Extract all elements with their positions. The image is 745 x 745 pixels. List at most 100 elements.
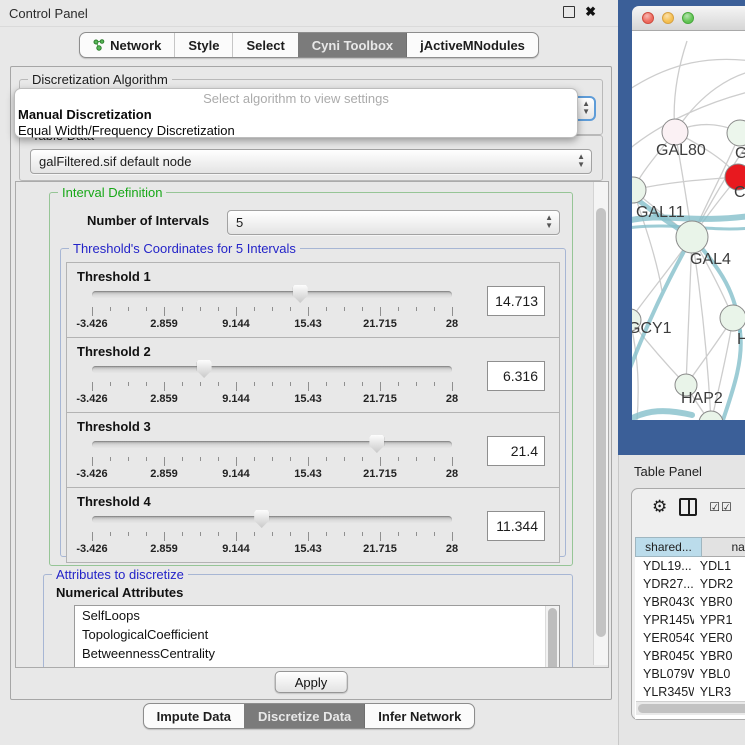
list-item[interactable]: BetweennessCentrality bbox=[75, 644, 559, 663]
table-data-combobox-value: galFiltered.sif default node bbox=[39, 154, 191, 169]
slider-track[interactable] bbox=[92, 441, 452, 448]
table-row[interactable]: YBR045CYBR0 bbox=[635, 647, 745, 665]
slider-handle[interactable] bbox=[197, 360, 212, 378]
table-data-group: Table Data galFiltered.sif default node … bbox=[19, 135, 603, 181]
close-icon[interactable]: ✖ bbox=[585, 7, 596, 17]
slider-axis-labels: -3.4262.8599.14415.4321.71528 bbox=[92, 543, 452, 555]
close-button[interactable] bbox=[642, 12, 654, 24]
slider-handle[interactable] bbox=[369, 435, 384, 453]
slider-zone: -3.4262.8599.14415.4321.71528 bbox=[92, 360, 452, 408]
table-row[interactable]: YDR27...YDR2 bbox=[635, 575, 745, 593]
columns-icon[interactable] bbox=[679, 498, 697, 516]
threshold-value-field[interactable]: 21.4 bbox=[487, 436, 545, 466]
table-data-combobox[interactable]: galFiltered.sif default node ▲▼ bbox=[30, 149, 592, 174]
cell-shared-name: YPR145W bbox=[635, 611, 694, 629]
table-row[interactable]: YBL079WYBL0 bbox=[635, 665, 745, 683]
apply-button[interactable]: Apply bbox=[275, 671, 348, 693]
cell-name: YER0 bbox=[694, 629, 745, 647]
table-header: shared... name bbox=[635, 537, 745, 557]
tab-discretize-data[interactable]: Discretize Data bbox=[244, 704, 364, 728]
cell-name: YPR1 bbox=[694, 611, 745, 629]
cell-shared-name: YLR345W bbox=[635, 683, 694, 701]
numerical-attributes-list[interactable]: SelfLoopsTopologicalCoefficientBetweenne… bbox=[74, 605, 560, 668]
dropdown-placeholder: Select algorithm to view settings bbox=[15, 91, 577, 107]
number-of-intervals-combobox[interactable]: 5 ▲▼ bbox=[227, 210, 560, 235]
table-row[interactable]: YBR043CYBR0 bbox=[635, 593, 745, 611]
table-rows: YDL19...YDL1YDR27...YDR2YBR043CYBR0YPR14… bbox=[635, 557, 745, 719]
tab-label: Impute Data bbox=[157, 709, 231, 724]
tab-label: Network bbox=[110, 38, 161, 53]
table-row[interactable]: YPR145WYPR1 bbox=[635, 611, 745, 629]
slider-track[interactable] bbox=[92, 291, 452, 298]
cell-name: YDL1 bbox=[694, 557, 745, 575]
combo-stepper-icon: ▲▼ bbox=[545, 214, 553, 230]
node-label: GAL11 bbox=[636, 204, 685, 221]
network-edge-highlighted[interactable] bbox=[632, 237, 692, 376]
dropdown-option[interactable]: Equal Width/Frequency Discretization bbox=[15, 123, 577, 139]
threshold-label: Threshold 4 bbox=[77, 494, 151, 509]
network-edge-highlighted[interactable] bbox=[632, 411, 692, 420]
slider-zone: -3.4262.8599.14415.4321.71528 bbox=[92, 285, 452, 333]
combo-stepper-icon: ▲▼ bbox=[577, 153, 585, 169]
float-window-icon[interactable] bbox=[563, 6, 575, 18]
threshold-panel: Threshold 1-3.4262.8599.14415.4321.71528… bbox=[66, 262, 560, 338]
threshold-label: Threshold 3 bbox=[77, 419, 151, 434]
number-of-intervals-value: 5 bbox=[236, 215, 243, 230]
attributes-group: Attributes to discretize Numerical Attri… bbox=[43, 574, 573, 668]
screen: Control Panel ✖ NetworkStyleSelectCyni T… bbox=[0, 0, 745, 745]
dropdown-option[interactable]: Manual Discretization bbox=[15, 107, 577, 123]
threshold-panel: Threshold 3-3.4262.8599.14415.4321.71528… bbox=[66, 412, 560, 488]
slider-track[interactable] bbox=[92, 366, 452, 373]
threshold-value-field[interactable]: 11.344 bbox=[487, 511, 545, 541]
slider-handle[interactable] bbox=[293, 285, 308, 303]
table-row[interactable]: YER054CYER0 bbox=[635, 629, 745, 647]
list-item[interactable]: TopologicalCoefficient bbox=[75, 625, 559, 644]
network-node-h[interactable] bbox=[720, 305, 745, 331]
minimize-button[interactable] bbox=[662, 12, 674, 24]
column-header-shared-name[interactable]: shared... bbox=[635, 537, 702, 557]
table-row[interactable]: YLR345WYLR3 bbox=[635, 683, 745, 701]
threshold-value-field[interactable]: 6.316 bbox=[487, 361, 545, 391]
thresholds-group: Threshold's Coordinates for 5 Intervals … bbox=[60, 248, 566, 557]
tab-jactivemnodules[interactable]: jActiveMNodules bbox=[406, 33, 538, 57]
cyni-toolbox-panel: Discretization Algorithm Table Data galF… bbox=[10, 66, 612, 700]
node-label: GAL4 bbox=[690, 251, 731, 268]
tab-infer-network[interactable]: Infer Network bbox=[364, 704, 474, 728]
zoom-button[interactable] bbox=[682, 12, 694, 24]
table-hscrollbar[interactable] bbox=[636, 701, 745, 715]
list-scrollbar[interactable] bbox=[545, 606, 559, 668]
network-canvas[interactable]: GAL80GACGAL11GAL4GCY1HHAP2 bbox=[632, 31, 745, 420]
list-item[interactable]: SelfLoops bbox=[75, 606, 559, 625]
slider-ticks bbox=[92, 457, 452, 466]
slider-handle[interactable] bbox=[254, 510, 269, 528]
interval-definition-group: Interval Definition Number of Intervals … bbox=[49, 192, 573, 566]
threshold-label: Threshold 2 bbox=[77, 344, 151, 359]
threshold-value-field[interactable]: 14.713 bbox=[487, 286, 545, 316]
tab-impute-data[interactable]: Impute Data bbox=[144, 704, 244, 728]
select-columns-icon[interactable]: ☑☑ bbox=[709, 500, 733, 514]
tab-cyni-toolbox[interactable]: Cyni Toolbox bbox=[298, 33, 406, 57]
cell-name: YDR2 bbox=[694, 575, 745, 593]
table-panel: Table Panel ⚙ ☑☑ shared... name YDL19...… bbox=[618, 455, 745, 745]
threshold-panel: Threshold 2-3.4262.8599.14415.4321.71528… bbox=[66, 337, 560, 413]
tab-style[interactable]: Style bbox=[174, 33, 232, 57]
panel-scrollbar[interactable] bbox=[593, 182, 608, 665]
tab-network[interactable]: Network bbox=[80, 33, 174, 57]
slider-track[interactable] bbox=[92, 516, 452, 523]
network-window-titlebar bbox=[632, 6, 745, 31]
network-node-gal4[interactable] bbox=[676, 221, 708, 253]
network-node-ga[interactable] bbox=[727, 120, 745, 146]
tab-select[interactable]: Select bbox=[232, 33, 297, 57]
slider-axis-labels: -3.4262.8599.14415.4321.71528 bbox=[92, 318, 452, 330]
node-label: C bbox=[734, 184, 745, 201]
cell-shared-name: YDR27... bbox=[635, 575, 694, 593]
table-panel-container: ⚙ ☑☑ shared... name YDL19...YDL1YDR27...… bbox=[631, 488, 745, 720]
table-row[interactable]: YDL19...YDL1 bbox=[635, 557, 745, 575]
cell-name: YBR0 bbox=[694, 647, 745, 665]
network-edge[interactable] bbox=[632, 59, 745, 91]
column-header-name[interactable]: name bbox=[702, 537, 745, 557]
network-icon bbox=[93, 39, 105, 51]
cell-name: YBR0 bbox=[694, 593, 745, 611]
slider-ticks bbox=[92, 532, 452, 541]
gear-icon[interactable]: ⚙ bbox=[652, 498, 667, 516]
